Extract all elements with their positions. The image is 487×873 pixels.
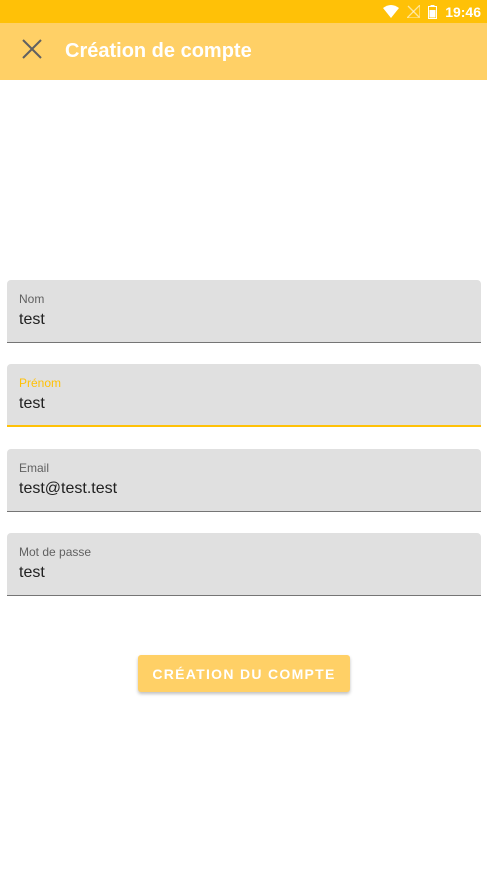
no-signal-icon bbox=[407, 5, 421, 18]
email-input[interactable]: test@test.test bbox=[19, 480, 469, 498]
email-field[interactable]: Email test@test.test bbox=[7, 449, 481, 512]
status-time: 19:46 bbox=[445, 3, 481, 20]
nom-field[interactable]: Nom test bbox=[7, 280, 481, 343]
app-bar: Création de compte bbox=[0, 23, 487, 80]
prenom-label: Prénom bbox=[19, 376, 62, 390]
status-bar: 19:46 bbox=[0, 0, 487, 23]
password-input[interactable]: test bbox=[19, 564, 469, 582]
close-button[interactable] bbox=[0, 23, 64, 80]
password-label: Mot de passe bbox=[19, 545, 92, 559]
nom-label: Nom bbox=[19, 292, 45, 306]
password-field[interactable]: Mot de passe test bbox=[7, 533, 481, 596]
create-account-button[interactable]: CRÉATION DU COMPTE bbox=[138, 655, 350, 692]
nom-input[interactable]: test bbox=[19, 311, 469, 329]
email-label: Email bbox=[19, 461, 50, 475]
wifi-icon bbox=[383, 5, 400, 18]
prenom-field[interactable]: Prénom test bbox=[7, 364, 481, 427]
battery-icon bbox=[428, 4, 438, 19]
close-icon bbox=[21, 38, 43, 65]
prenom-input[interactable]: test bbox=[19, 395, 469, 413]
page-title: Création de compte bbox=[65, 40, 252, 62]
